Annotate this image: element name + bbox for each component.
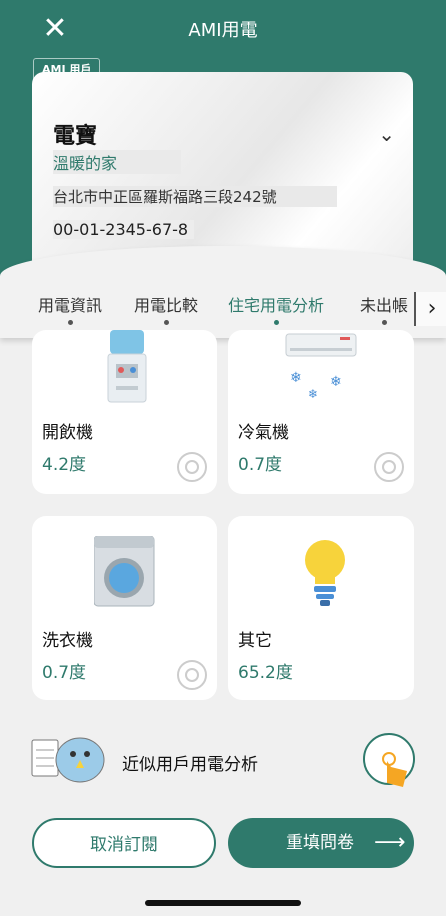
light-bulb-icon [305, 540, 345, 606]
account-number: 00-01-2345-67-8 [53, 220, 195, 239]
tab-dot [68, 320, 73, 325]
tab-dot [164, 320, 169, 325]
account-card[interactable]: 電寶 溫暖的家 台北市中正區羅斯福路三段242號 00-01-2345-67-8… [32, 72, 413, 272]
appliance-card-washing-machine[interactable]: 洗衣機 0.7度 [32, 516, 217, 700]
arrow-right-icon: ⟶ [374, 830, 406, 855]
refill-survey-label: 重填問卷 [286, 833, 354, 853]
appliance-value: 4.2度 [42, 455, 87, 475]
search-icon[interactable] [374, 452, 404, 482]
appliance-value: 0.7度 [42, 663, 87, 683]
refill-survey-button[interactable]: 重填問卷 ⟶ [228, 818, 414, 868]
washing-machine-icon [94, 536, 155, 607]
tab-label: 用電比較 [134, 296, 199, 315]
svg-text:❄: ❄ [308, 387, 318, 400]
home-indicator [145, 900, 301, 906]
appliance-card-water-dispenser[interactable]: 開飲機 4.2度 [32, 330, 217, 494]
account-address: 台北市中正區羅斯福路三段242號 [53, 186, 337, 207]
tab-label: 未出帳 [360, 296, 409, 315]
svg-text:❄: ❄ [330, 374, 342, 390]
promo-text: 近似用戶用電分析 [122, 755, 258, 775]
appliance-label: 冷氣機 [238, 423, 289, 443]
chevron-down-icon[interactable]: ⌄ [378, 122, 395, 146]
water-dispenser-icon [107, 330, 147, 403]
mascot-icon [31, 737, 105, 783]
appliance-value: 0.7度 [238, 455, 283, 475]
tab-label: 住宅用電分析 [228, 296, 325, 315]
appliance-label: 洗衣機 [42, 631, 93, 651]
search-icon[interactable] [177, 660, 207, 690]
tab-dot [382, 320, 387, 325]
tab-dot [274, 320, 279, 325]
appliance-label: 其它 [238, 631, 272, 651]
appliance-card-other[interactable]: 其它 65.2度 [228, 516, 414, 700]
appliance-label: 開飲機 [42, 423, 93, 443]
account-name: 電寶 [53, 124, 98, 149]
svg-text:❄: ❄ [290, 370, 302, 386]
tab-unbilled[interactable]: 未出帳 [360, 292, 409, 325]
page-title: AMI用電 [188, 20, 258, 41]
promo-button[interactable] [363, 733, 415, 787]
chevron-right-icon[interactable]: › [414, 292, 446, 326]
tab-usage-info[interactable]: 用電資訊 [38, 292, 103, 325]
tab-label: 用電資訊 [38, 296, 103, 315]
appliance-value: 65.2度 [238, 663, 293, 683]
hand-pointer-icon [382, 752, 407, 787]
search-icon[interactable] [177, 452, 207, 482]
cancel-subscription-button[interactable]: 取消訂閱 [32, 818, 216, 868]
tab-home-analysis[interactable]: 住宅用電分析 [228, 292, 325, 325]
tab-usage-compare[interactable]: 用電比較 [134, 292, 199, 325]
air-conditioner-icon: ❄ ❄ ❄ [285, 333, 357, 400]
appliance-card-air-conditioner[interactable]: ❄ ❄ ❄ 冷氣機 0.7度 [228, 330, 414, 494]
account-nickname: 溫暖的家 [53, 150, 182, 174]
